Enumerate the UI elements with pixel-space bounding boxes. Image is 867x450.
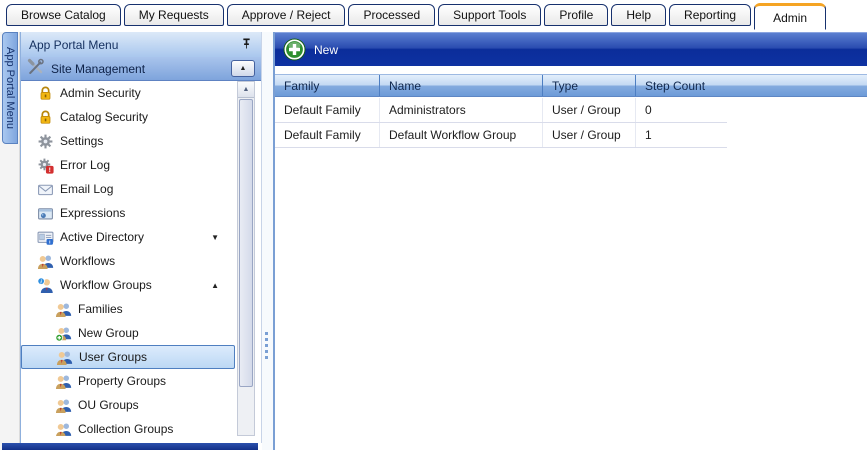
- error-gear-icon: !: [37, 157, 54, 174]
- tab-admin[interactable]: Admin: [754, 3, 826, 30]
- new-button-label: New: [314, 43, 338, 57]
- gear-icon: [37, 133, 54, 150]
- tab-reporting[interactable]: Reporting: [669, 4, 751, 26]
- tab-help[interactable]: Help: [611, 4, 666, 26]
- sidebar-item-email-log[interactable]: Email Log: [21, 177, 235, 201]
- sidebar-item-label: Admin Security: [60, 86, 141, 100]
- people-icon: [55, 397, 72, 414]
- cell-name: Administrators: [380, 98, 543, 122]
- sidebar-panel: App Portal Menu Site Management ▲ Admin …: [20, 32, 262, 443]
- people-icon: [56, 349, 73, 366]
- sidebar-item-label: Expressions: [60, 206, 125, 220]
- tab-profile[interactable]: Profile: [544, 4, 608, 26]
- tools-icon: [27, 58, 45, 79]
- tab-my-requests[interactable]: My Requests: [124, 4, 224, 26]
- tree-scrollbar[interactable]: ▲: [237, 81, 255, 436]
- sidebar-tree: Admin Security Catalog Security Settings! E…: [21, 81, 235, 436]
- tab-processed[interactable]: Processed: [348, 4, 435, 26]
- sidebar-item-label: New Group: [78, 326, 139, 340]
- sidebar-item-workflows[interactable]: Workflows: [21, 249, 235, 273]
- site-management-bar[interactable]: Site Management ▲: [21, 57, 261, 81]
- panel-splitter[interactable]: [262, 32, 273, 450]
- sidebar-item-settings[interactable]: Settings: [21, 129, 235, 153]
- app-window: Browse CatalogMy RequestsApprove / Rejec…: [0, 0, 867, 450]
- sidebar-item-new-group[interactable]: New Group: [21, 321, 235, 345]
- scrollbar-up-button[interactable]: ▲: [238, 82, 254, 98]
- directory-card-icon: i: [37, 229, 54, 246]
- sidebar-item-user-groups[interactable]: User Groups: [21, 345, 235, 369]
- sidebar-item-expressions[interactable]: Expressions: [21, 201, 235, 225]
- sidebar-item-admin-security[interactable]: Admin Security: [21, 81, 235, 105]
- cell-step-count: 0: [636, 98, 727, 122]
- content-toolbar: New: [275, 32, 867, 66]
- svg-text:!: !: [49, 167, 51, 174]
- sidebar-item-label: Error Log: [60, 158, 110, 172]
- splitter-grip-icon: [265, 332, 268, 359]
- lock-icon: [37, 85, 54, 102]
- expand-arrow-icon[interactable]: ▼: [211, 233, 219, 242]
- collapse-arrow-icon[interactable]: ▲: [211, 281, 219, 290]
- cell-name: Default Workflow Group: [380, 123, 543, 147]
- main-content: New FamilyNameTypeStep Count Default Fam…: [273, 32, 867, 450]
- cell-type: User / Group: [543, 123, 636, 147]
- table-header: FamilyNameTypeStep Count: [275, 74, 867, 97]
- person-info-icon: i: [37, 277, 54, 294]
- people-icon: [55, 421, 72, 437]
- sidebar-header: App Portal Menu: [21, 32, 261, 57]
- sidebar-item-label: Property Groups: [78, 374, 166, 388]
- sidebar-item-label: User Groups: [79, 350, 147, 364]
- add-icon: [283, 38, 306, 61]
- sidebar-item-label: Workflows: [60, 254, 115, 268]
- vertical-tab-label: App Portal Menu: [4, 47, 16, 129]
- mail-icon: [37, 181, 54, 198]
- people-icon: [37, 253, 54, 270]
- people-icon: [55, 301, 72, 318]
- sidebar-item-error-log[interactable]: ! Error Log: [21, 153, 235, 177]
- left-rail: App Portal Menu: [0, 32, 20, 450]
- sidebar-item-property-groups[interactable]: Property Groups: [21, 369, 235, 393]
- sidebar-bottom-bar: [2, 443, 258, 450]
- column-header-type[interactable]: Type: [543, 75, 636, 96]
- tab-bar: Browse CatalogMy RequestsApprove / Rejec…: [0, 0, 867, 32]
- site-management-label: Site Management: [45, 62, 231, 76]
- cell-step-count: 1: [636, 123, 727, 147]
- sidebar-item-catalog-security[interactable]: Catalog Security: [21, 105, 235, 129]
- new-button[interactable]: New: [283, 38, 338, 61]
- column-header-name[interactable]: Name: [380, 75, 543, 96]
- tab-approve-reject[interactable]: Approve / Reject: [227, 4, 346, 26]
- vertical-tab-app-portal-menu[interactable]: App Portal Menu: [2, 32, 18, 144]
- sidebar-item-ou-groups[interactable]: OU Groups: [21, 393, 235, 417]
- sidebar-item-collection-groups[interactable]: Collection Groups: [21, 417, 235, 436]
- scrollbar-thumb[interactable]: [239, 99, 253, 387]
- sidebar-item-workflow-groups[interactable]: i Workflow Groups ▲: [21, 273, 235, 297]
- sidebar-item-families[interactable]: Families: [21, 297, 235, 321]
- pin-icon[interactable]: [240, 37, 253, 53]
- tab-support-tools[interactable]: Support Tools: [438, 4, 541, 26]
- expressions-icon: [37, 205, 54, 222]
- people-add-icon: [55, 325, 72, 342]
- sidebar-item-label: Active Directory: [60, 230, 144, 244]
- sidebar-item-label: Settings: [60, 134, 103, 148]
- people-icon: [55, 373, 72, 390]
- cell-family: Default Family: [275, 98, 380, 122]
- cell-family: Default Family: [275, 123, 380, 147]
- section-collapse-button[interactable]: ▲: [231, 60, 255, 77]
- cell-type: User / Group: [543, 98, 636, 122]
- tab-browse-catalog[interactable]: Browse Catalog: [6, 4, 121, 26]
- sidebar-item-label: Collection Groups: [78, 422, 173, 436]
- table-row[interactable]: Default FamilyAdministratorsUser / Group…: [275, 98, 727, 123]
- column-header-family[interactable]: Family: [275, 75, 380, 96]
- lock-icon: [37, 109, 54, 126]
- table-row[interactable]: Default FamilyDefault Workflow GroupUser…: [275, 123, 727, 148]
- sidebar-item-active-directory[interactable]: i Active Directory ▼: [21, 225, 235, 249]
- sidebar-item-label: OU Groups: [78, 398, 139, 412]
- column-header-step-count[interactable]: Step Count: [636, 75, 867, 96]
- table-body: Default FamilyAdministratorsUser / Group…: [275, 98, 727, 148]
- sidebar-item-label: Email Log: [60, 182, 113, 196]
- sidebar-item-label: Families: [78, 302, 123, 316]
- sidebar-header-title: App Portal Menu: [29, 38, 240, 52]
- sidebar-item-label: Workflow Groups: [60, 278, 152, 292]
- sidebar-item-label: Catalog Security: [60, 110, 148, 124]
